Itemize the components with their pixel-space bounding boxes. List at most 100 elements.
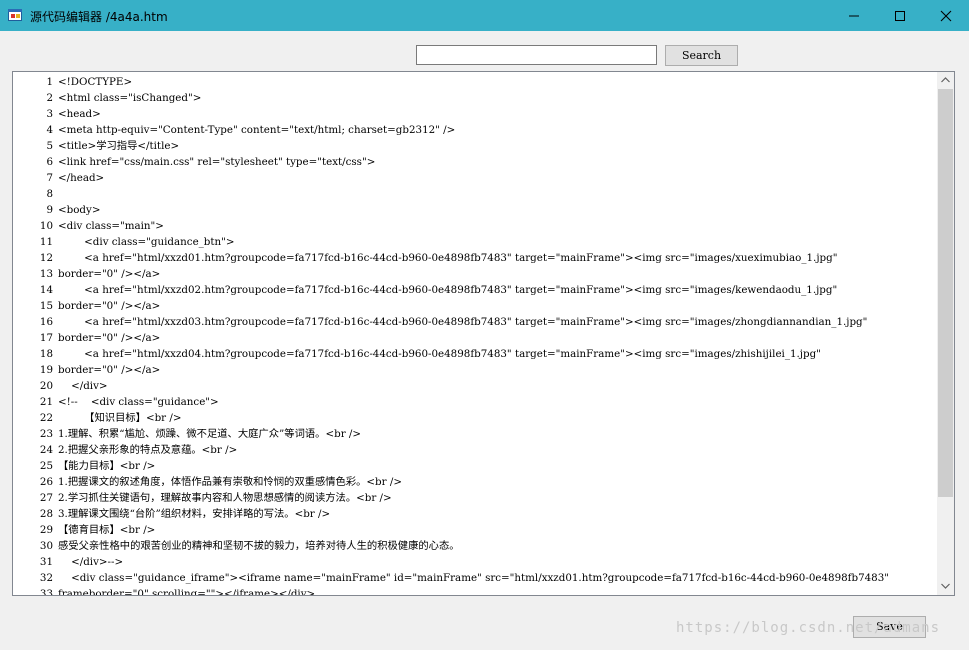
line-number: 17 <box>39 332 53 344</box>
line-text: <div class="guidance_btn"> <box>58 236 235 248</box>
line-text: border="0" /></a> <box>58 332 161 344</box>
line-text: <title>学习指导</title> <box>58 140 180 152</box>
line-text: </head> <box>58 172 105 184</box>
line-text: 【知识目标】<br /> <box>58 412 182 424</box>
code-line: 14 <a href="html/xxzd02.htm?groupcode=fa… <box>13 282 938 298</box>
line-text: <!-- <div class="guidance"> <box>58 396 219 408</box>
code-line: 23 1.理解、积累“尴尬、烦躁、微不足道、大庭广众”等词语。<br /> <box>13 426 938 442</box>
line-text: frameborder="0" scrolling=""></iframe></… <box>58 588 316 596</box>
line-number: 15 <box>39 300 53 312</box>
line-text: <a href="html/xxzd01.htm?groupcode=fa717… <box>58 252 838 264</box>
code-line: 12 <a href="html/xxzd01.htm?groupcode=fa… <box>13 250 938 266</box>
line-text: <a href="html/xxzd04.htm?groupcode=fa717… <box>58 348 821 360</box>
line-number: 29 <box>39 524 53 536</box>
code-line: 4 <meta http-equiv="Content-Type" content… <box>13 122 938 138</box>
close-icon <box>940 10 952 22</box>
search-button[interactable]: Search <box>665 45 738 66</box>
scrollbar-thumb[interactable] <box>938 89 953 497</box>
close-button[interactable] <box>923 0 969 31</box>
line-text: 【能力目标】<br /> <box>58 460 156 472</box>
code-lines: 1 <!DOCTYPE> 2 <html class="isChanged"> 3 <he… <box>13 74 938 596</box>
line-number: 28 <box>39 508 53 520</box>
app-window-icon <box>8 8 24 22</box>
code-line: 27 2.学习抓住关键语句，理解故事内容和人物思想感情的阅读方法。<br /> <box>13 490 938 506</box>
line-number: 7 <box>46 172 53 184</box>
code-line: 13 border="0" /></a> <box>13 266 938 282</box>
line-number: 26 <box>39 476 53 488</box>
source-code-editor[interactable]: 1 <!DOCTYPE> 2 <html class="isChanged"> 3 <he… <box>12 71 955 596</box>
minimize-button[interactable] <box>831 0 877 31</box>
line-text: <link href="css/main.css" rel="styleshee… <box>58 156 376 168</box>
line-number: 16 <box>39 316 53 328</box>
code-line: 22 【知识目标】<br /> <box>13 410 938 426</box>
line-number: 22 <box>39 412 53 424</box>
vertical-scrollbar[interactable] <box>937 72 954 595</box>
code-line: 28 3.理解课文围绕“台阶”组织材料，安排详略的写法。<br /> <box>13 506 938 522</box>
line-number: 3 <box>46 108 53 120</box>
line-number: 14 <box>39 284 53 296</box>
line-text: </div>--> <box>58 556 124 568</box>
line-number: 27 <box>39 492 53 504</box>
line-text: <div class="main"> <box>58 220 164 232</box>
line-number: 32 <box>39 572 53 584</box>
code-line: 17 border="0" /></a> <box>13 330 938 346</box>
line-number: 31 <box>39 556 53 568</box>
window-title: 源代码编辑器 /4a4a.htm <box>30 10 168 24</box>
code-line: 7 </head> <box>13 170 938 186</box>
maximize-button[interactable] <box>877 0 923 31</box>
search-input[interactable] <box>416 45 657 65</box>
arrow-up-icon <box>941 77 950 83</box>
code-line: 33 frameborder="0" scrolling=""></iframe>… <box>13 586 938 596</box>
line-text: 感受父亲性格中的艰苦创业的精神和坚韧不拔的毅力，培养对待人生的积极健康的心态。 <box>58 540 460 552</box>
minimize-icon <box>849 15 859 17</box>
line-text: border="0" /></a> <box>58 364 161 376</box>
code-line: 18 <a href="html/xxzd04.htm?groupcode=fa… <box>13 346 938 362</box>
code-line: 26 1.把握课文的叙述角度，体悟作品兼有崇敬和怜悯的双重感情色彩。<br /> <box>13 474 938 490</box>
line-text: <div class="guidance_iframe"><iframe nam… <box>58 572 890 584</box>
line-number: 25 <box>39 460 53 472</box>
line-text: </div> <box>58 380 108 392</box>
code-line: 2 <html class="isChanged"> <box>13 90 938 106</box>
code-line: 24 2.把握父亲形象的特点及意蕴。<br /> <box>13 442 938 458</box>
code-line: 3 <head> <box>13 106 938 122</box>
code-line: 10 <div class="main"> <box>13 218 938 234</box>
code-line: 15 border="0" /></a> <box>13 298 938 314</box>
line-text: 1.把握课文的叙述角度，体悟作品兼有崇敬和怜悯的双重感情色彩。<br /> <box>58 476 402 488</box>
line-text: border="0" /></a> <box>58 268 161 280</box>
code-line: 25 【能力目标】<br /> <box>13 458 938 474</box>
line-number: 4 <box>46 124 53 136</box>
line-number: 12 <box>39 252 53 264</box>
title-bar[interactable]: 源代码编辑器 /4a4a.htm <box>0 0 969 31</box>
code-line: 20 </div> <box>13 378 938 394</box>
line-number: 30 <box>39 540 53 552</box>
code-line: 29 【德育目标】<br /> <box>13 522 938 538</box>
code-line: 11 <div class="guidance_btn"> <box>13 234 938 250</box>
line-number: 1 <box>46 76 53 88</box>
line-text: <html class="isChanged"> <box>58 92 202 104</box>
watermark-text: https://blog.csdn.net/admans <box>676 620 941 636</box>
code-line: 16 <a href="html/xxzd03.htm?groupcode=fa… <box>13 314 938 330</box>
line-number: 18 <box>39 348 53 360</box>
code-line: 6 <link href="css/main.css" rel="styleshe… <box>13 154 938 170</box>
code-line: 31 </div>--> <box>13 554 938 570</box>
line-text: <a href="html/xxzd02.htm?groupcode=fa717… <box>58 284 838 296</box>
code-line: 8 <box>13 186 938 202</box>
line-text: <meta http-equiv="Content-Type" content=… <box>58 124 456 136</box>
scroll-down-button[interactable] <box>937 578 954 595</box>
code-line: 19 border="0" /></a> <box>13 362 938 378</box>
line-text: <head> <box>58 108 101 120</box>
line-text: 【德育目标】<br /> <box>58 524 156 536</box>
line-number: 33 <box>39 588 53 596</box>
scroll-up-button[interactable] <box>937 72 954 89</box>
line-number: 23 <box>39 428 53 440</box>
line-text: <a href="html/xxzd03.htm?groupcode=fa717… <box>58 316 868 328</box>
line-text: 3.理解课文围绕“台阶”组织材料，安排详略的写法。<br /> <box>58 508 331 520</box>
line-number: 21 <box>39 396 53 408</box>
line-number: 20 <box>39 380 53 392</box>
line-number: 11 <box>39 236 53 248</box>
line-text: border="0" /></a> <box>58 300 161 312</box>
code-line: 32 <div class="guidance_iframe"><iframe … <box>13 570 938 586</box>
line-number: 5 <box>46 140 53 152</box>
code-line: 21 <!-- <div class="guidance"> <box>13 394 938 410</box>
line-number: 8 <box>46 188 53 200</box>
